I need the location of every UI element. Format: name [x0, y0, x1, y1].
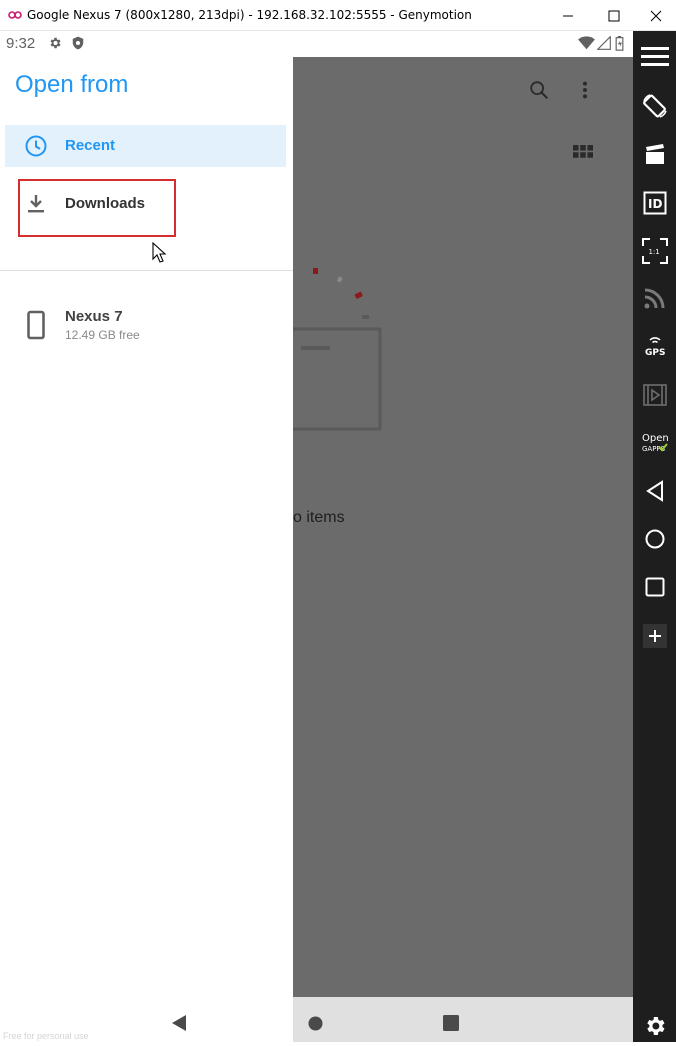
- toolbar-add-button[interactable]: [633, 616, 676, 656]
- toolbar-cast-button[interactable]: [633, 278, 676, 318]
- drawer-item-label: Recent: [65, 137, 116, 154]
- cast-icon: [644, 288, 664, 309]
- nav-home-icon[interactable]: [308, 1016, 323, 1031]
- more-vert-icon: [582, 81, 588, 99]
- toolbar-device-id-button[interactable]: ID: [633, 183, 676, 223]
- mouse-cursor-icon: [152, 242, 166, 263]
- home-icon: [645, 529, 664, 549]
- search-icon: [530, 81, 549, 100]
- settings-icon: [646, 1017, 664, 1035]
- toolbar-settings-button[interactable]: [633, 1006, 676, 1046]
- open-gapps-icon: Open GAPPS: [642, 433, 669, 453]
- window-titlebar: Google Nexus 7 (800x1280, 213dpi) - 192.…: [0, 0, 676, 31]
- toolbar-pixel-perfect-button[interactable]: 1:1: [633, 231, 676, 271]
- id-icon: ID: [643, 191, 666, 215]
- phone-icon: [27, 310, 45, 340]
- toolbar-rotate-button[interactable]: [633, 86, 676, 126]
- ratio-label: 1:1: [648, 248, 659, 256]
- grid-view-icon: [573, 145, 593, 158]
- empty-folder-illustration: [293, 268, 382, 431]
- storage-free-space: 12.49 GB free: [65, 328, 140, 342]
- rotate-icon: [642, 94, 667, 118]
- battery-icon: [615, 36, 624, 51]
- signal-icon: [597, 36, 611, 50]
- background-app-scrim[interactable]: o items: [293, 57, 633, 997]
- toolbar-open-gapps-button[interactable]: Open GAPPS: [633, 423, 676, 463]
- drawer-divider: [0, 270, 293, 271]
- storage-name: Nexus 7: [65, 308, 123, 325]
- gear-icon: [50, 37, 61, 49]
- status-bar: 9:32: [0, 31, 633, 57]
- genymotion-toolbar: ID 1:1 GPS Open GAPPS: [633, 31, 676, 1042]
- wifi-icon: [578, 36, 595, 50]
- window-title: Google Nexus 7 (800x1280, 213dpi) - 192.…: [27, 8, 472, 22]
- drawer-item-nexus-7[interactable]: Nexus 7 12.49 GB free: [5, 297, 286, 353]
- close-window-button[interactable]: [636, 0, 676, 31]
- watermark-text: Free for personal use: [3, 1031, 89, 1041]
- toolbar-back-button[interactable]: [633, 471, 676, 511]
- minimize-icon: [563, 15, 573, 16]
- recents-icon: [645, 577, 664, 597]
- navigation-bar: [0, 997, 633, 1042]
- shield-icon: [72, 36, 84, 50]
- toolbar-capture-button[interactable]: [633, 134, 676, 174]
- toolbar-menu-button[interactable]: [633, 36, 676, 76]
- id-icon-label: ID: [648, 197, 662, 211]
- pixel-perfect-icon: 1:1: [641, 238, 668, 264]
- status-time: 9:32: [6, 35, 36, 52]
- clapperboard-icon: [645, 144, 664, 164]
- drawer-item-recent[interactable]: Recent: [5, 125, 286, 167]
- minimize-button[interactable]: [545, 0, 591, 31]
- drawer-title: Open from: [15, 71, 129, 98]
- toolbar-media-button[interactable]: [633, 375, 676, 415]
- maximize-icon: [608, 10, 620, 21]
- close-icon: [650, 10, 662, 21]
- navigation-drawer: Open from Recent Downloads Nexus 7 12.49…: [0, 57, 293, 997]
- nav-recents-icon[interactable]: [443, 1015, 459, 1031]
- gps-label: GPS: [645, 348, 665, 358]
- gps-icon: GPS: [645, 337, 665, 358]
- add-icon: [642, 624, 667, 648]
- empty-state-text: o items: [293, 509, 345, 526]
- clock-icon: [25, 135, 47, 157]
- toolbar-home-button[interactable]: [633, 519, 676, 559]
- genymotion-logo-icon: [8, 11, 22, 19]
- maximize-button[interactable]: [591, 0, 637, 31]
- annotation-highlight-box: [18, 179, 176, 237]
- nav-back-icon[interactable]: [171, 1014, 187, 1032]
- navigation-bar-scrim: [293, 997, 633, 1042]
- back-icon: [645, 480, 663, 502]
- toolbar-recents-button[interactable]: [633, 567, 676, 607]
- gapps-label-1: Open: [642, 433, 669, 444]
- media-icon: [642, 384, 667, 406]
- device-screen: 9:32 o items Open from Recent Downloads …: [0, 31, 633, 1042]
- menu-icon: [640, 47, 669, 66]
- toolbar-gps-button[interactable]: GPS: [633, 326, 676, 366]
